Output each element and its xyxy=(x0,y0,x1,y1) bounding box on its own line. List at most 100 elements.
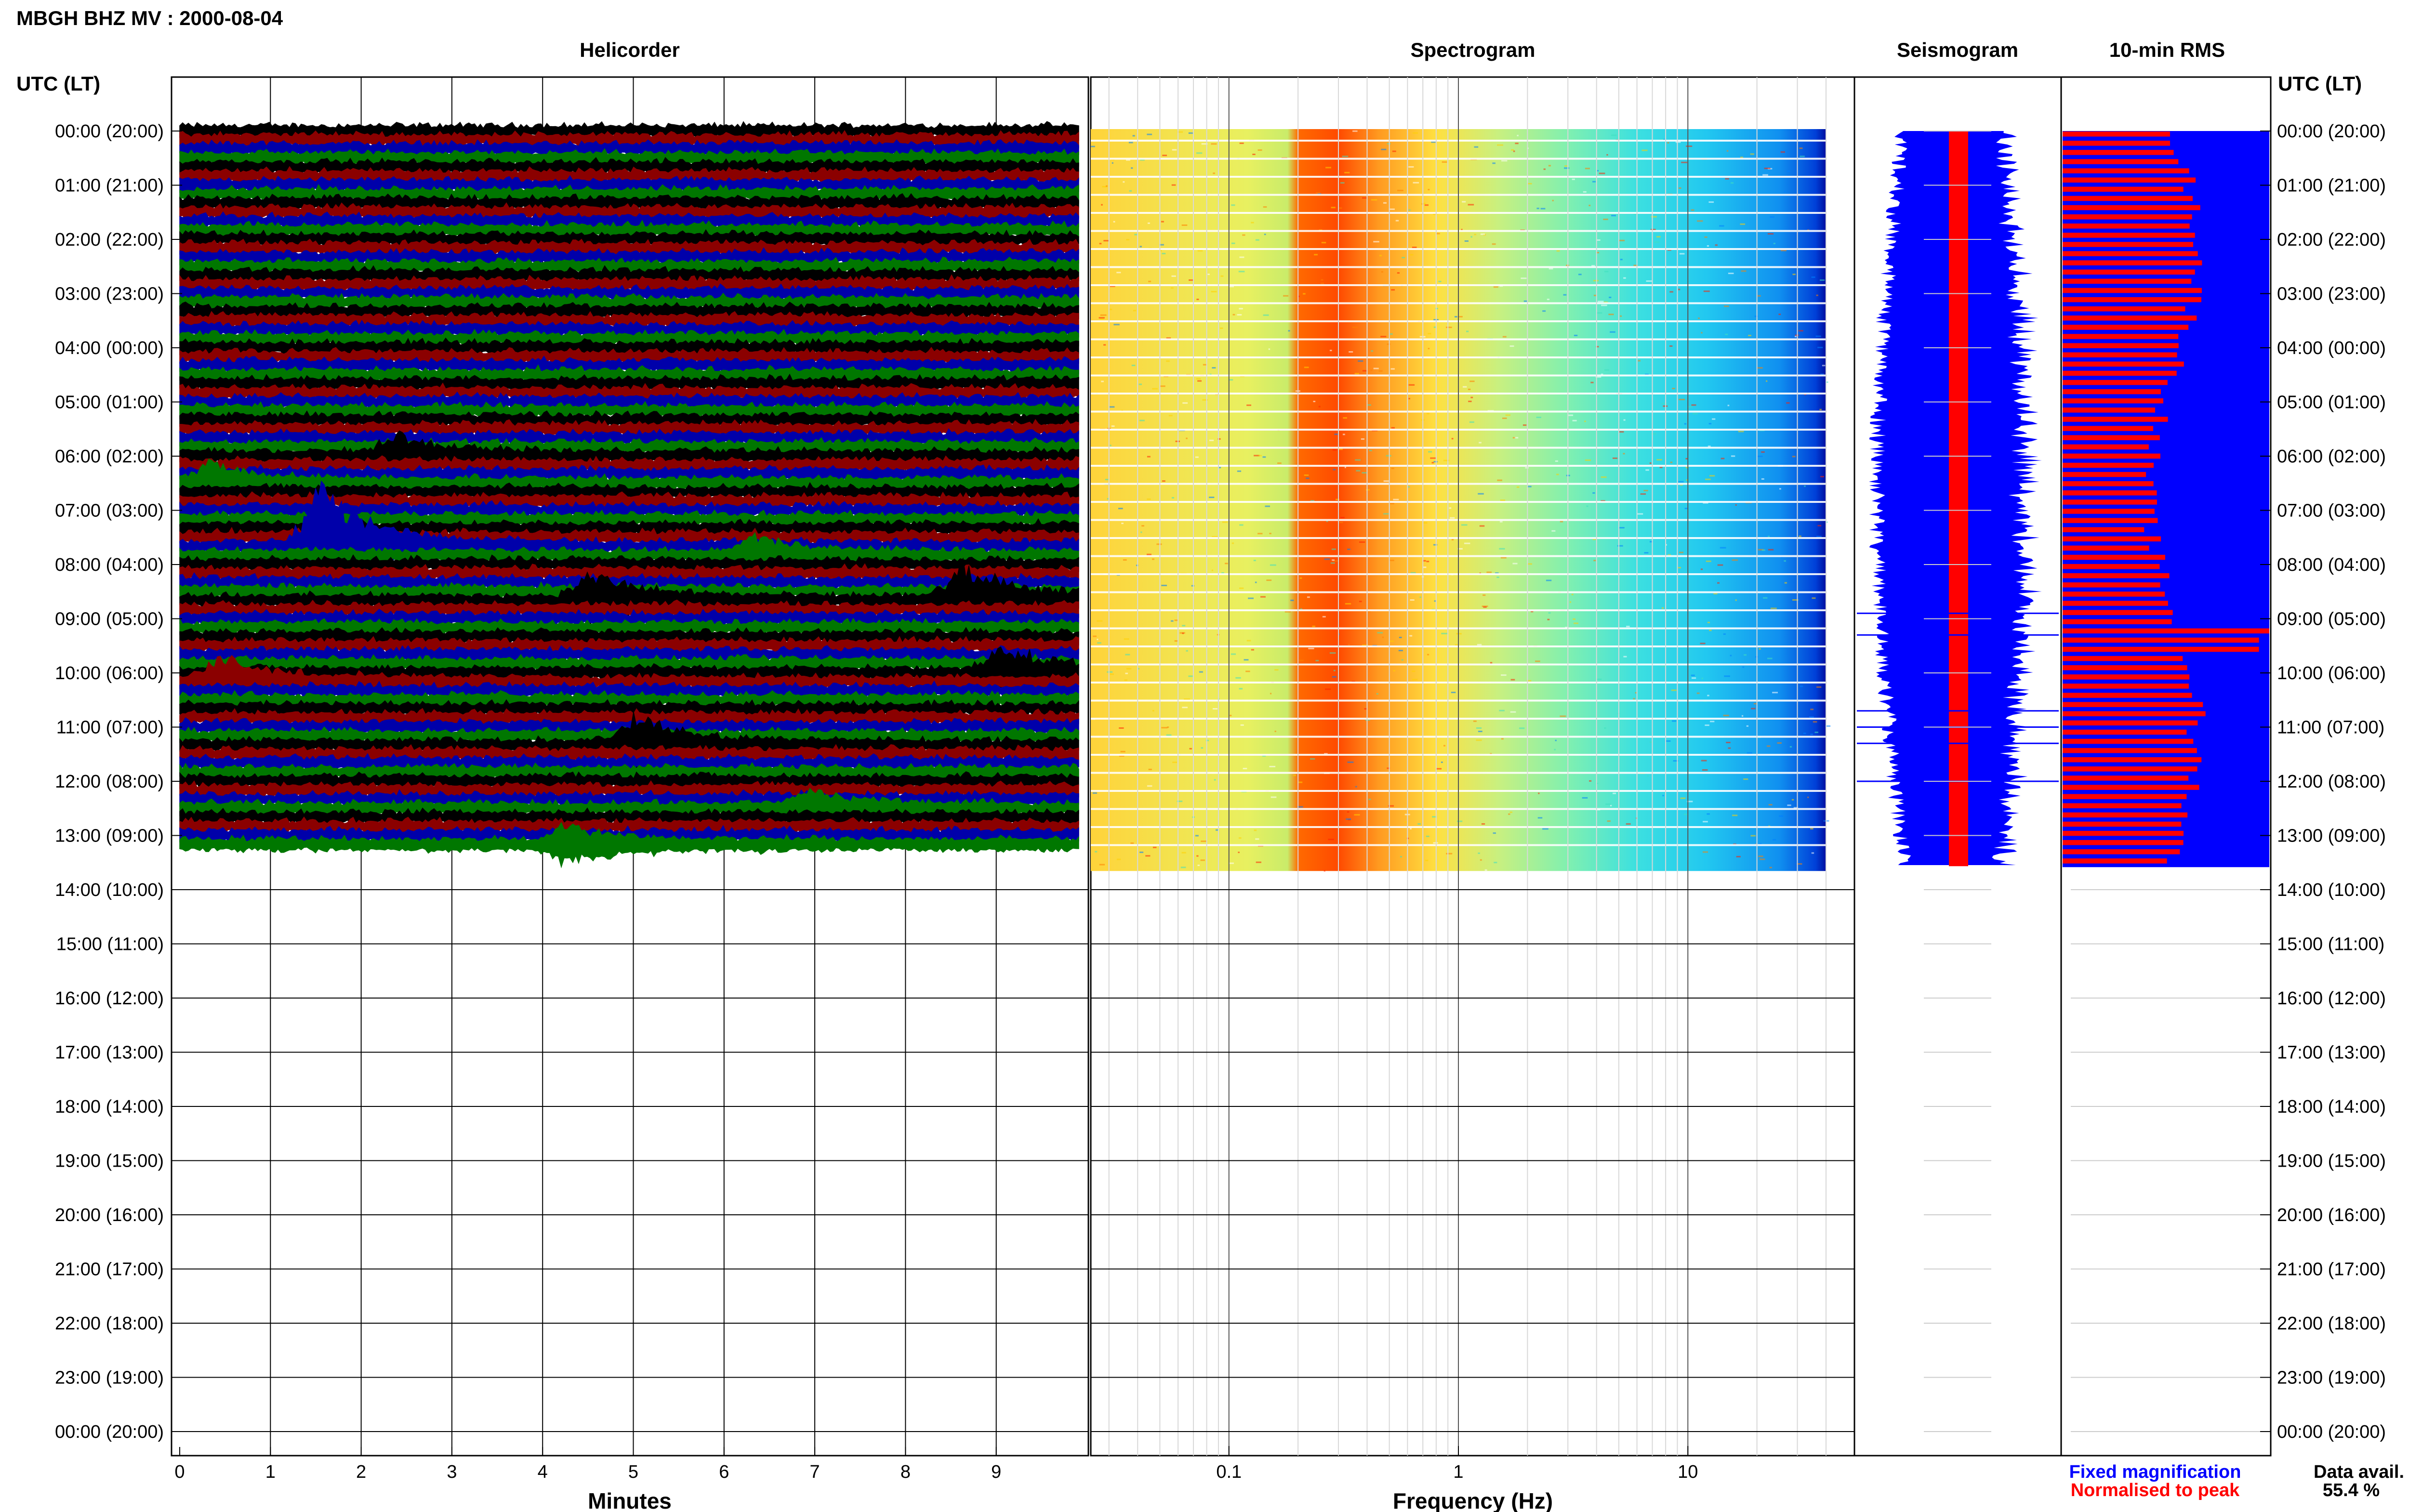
spectrogram-speckle xyxy=(1347,811,1350,813)
spectrogram-speckle xyxy=(1383,480,1389,482)
time-label-right: 07:00 (03:00) xyxy=(2277,501,2386,521)
spectrogram-speckle xyxy=(1238,837,1242,839)
spectrogram-speckle xyxy=(1511,149,1514,151)
spectrogram-speckle xyxy=(1593,280,1599,282)
rms-normalised-bar xyxy=(2063,316,2197,321)
spectrogram-speckle xyxy=(1148,280,1152,282)
spectrogram-speckle xyxy=(1727,405,1730,407)
spectrogram-speckle xyxy=(1767,657,1773,659)
spectrogram-speckle xyxy=(1314,254,1318,256)
spectrogram-speckle xyxy=(1145,855,1151,857)
spectrogram-speckle xyxy=(1359,541,1365,543)
spectrogram-speckle xyxy=(1608,314,1614,316)
time-label-right: 02:00 (22:00) xyxy=(2277,230,2386,250)
spectrogram-speckle xyxy=(1480,233,1485,235)
spectrogram-speckle xyxy=(1101,204,1103,206)
spectrogram-speckle xyxy=(1262,456,1266,458)
spectrogram-speckle xyxy=(1392,150,1396,152)
spectrogram-speckle xyxy=(1768,549,1774,551)
spectrogram-speckle xyxy=(1678,567,1681,569)
spectrogram-speckle xyxy=(1340,517,1345,519)
rms-normalised-bar xyxy=(2063,628,2269,634)
spectrogram-speckle xyxy=(1812,597,1816,599)
spectrogram-speckle xyxy=(1768,536,1770,538)
spectrogram-speckle xyxy=(1479,525,1485,527)
rms-normalised-bar xyxy=(2063,186,2184,192)
spectrogram-speckle xyxy=(1419,596,1421,598)
spectrogram-speckle xyxy=(1609,296,1612,298)
spectrogram-speckle xyxy=(1525,467,1529,469)
spectrogram-speckle xyxy=(1106,185,1108,187)
spectrogram-speckle xyxy=(1239,308,1243,310)
spectrogram-speckle xyxy=(1258,455,1262,457)
time-label-right: 12:00 (08:00) xyxy=(2277,772,2386,792)
spectrogram-speckle xyxy=(1166,734,1172,736)
spectrogram-speckle xyxy=(1172,149,1177,151)
spectrogram-speckle xyxy=(1599,172,1605,174)
spectrogram-speckle xyxy=(1391,427,1395,429)
spectrogram-speckle xyxy=(1543,168,1546,170)
spectrogram-speckle xyxy=(1501,738,1504,740)
spectrogram-speckle xyxy=(1612,457,1618,459)
spectrogram-speckle xyxy=(1744,654,1747,656)
spectrogram-speckle xyxy=(1536,208,1539,210)
spectrogram-speckle xyxy=(1371,199,1377,201)
spectrogram-speckle xyxy=(1795,336,1797,338)
spectrogram-speckle xyxy=(1438,280,1442,282)
spectrogram-speckle xyxy=(1399,636,1402,638)
spectrogram-speckle xyxy=(1492,243,1496,245)
spectrogram-speckle xyxy=(1288,330,1290,332)
spectrogram-speckle xyxy=(1097,638,1099,640)
spectrogram-speckle xyxy=(1333,469,1336,471)
spectrogram-speckle xyxy=(1537,817,1543,819)
spectrogram-speckle xyxy=(1770,607,1777,609)
spectrogram-speckle xyxy=(1201,747,1204,749)
spectrogram-speckle xyxy=(1701,677,1703,679)
spectrogram-speckle xyxy=(1640,493,1646,495)
spectrogram-speckle xyxy=(1428,451,1432,453)
spectrogram-speckle xyxy=(1798,330,1803,332)
spectrogram-speckle xyxy=(1449,507,1452,509)
spectrogram-speckle xyxy=(1119,727,1124,729)
spectrogram-speckle xyxy=(1152,558,1155,560)
spectrogram-speckle xyxy=(1395,220,1399,222)
spectrogram-speckle xyxy=(1588,205,1591,207)
spectrogram-speckle xyxy=(1619,431,1624,433)
spectrogram-speckle xyxy=(1182,402,1188,404)
spectrogram-speckle xyxy=(1547,618,1550,620)
spectrogram-speckle xyxy=(1325,688,1331,690)
spectrogram-speckle xyxy=(1124,638,1129,640)
spectrogram-speckle xyxy=(1708,423,1712,425)
spectrogram-speckle xyxy=(1340,182,1345,184)
spectrogram-speckle xyxy=(1479,442,1482,444)
spectrogram-x-tick-label: 0.1 xyxy=(1216,1462,1242,1482)
spectrogram-speckle xyxy=(1476,727,1482,729)
spectrogram-panel xyxy=(1090,76,1855,1457)
rms-normalised-bar xyxy=(2063,150,2174,155)
spectrogram-speckle xyxy=(1474,234,1477,236)
rms-panel xyxy=(2060,76,2272,1457)
spectrogram-speckle xyxy=(1401,659,1403,661)
spectrogram-speckle xyxy=(1255,239,1259,241)
spectrogram-speckle xyxy=(1655,241,1660,243)
rms-normalised-bar xyxy=(2063,812,2188,818)
spectrogram-speckle xyxy=(1147,498,1151,500)
spectrogram-speckle xyxy=(1780,151,1785,153)
spectrogram-speckle xyxy=(1101,381,1104,382)
spectrogram-speckle xyxy=(1764,168,1771,170)
spectrogram-speckle xyxy=(1331,207,1336,209)
spectrogram-speckle xyxy=(1352,130,1358,132)
spectrogram-speckle xyxy=(1637,513,1643,515)
time-label-left: 04:00 (00:00) xyxy=(55,338,164,358)
spectrogram-speckle xyxy=(1147,785,1152,787)
spectrogram-speckle xyxy=(1810,828,1813,830)
spectrogram-speckle xyxy=(1753,703,1757,705)
spectrogram-speckle xyxy=(1656,236,1661,238)
rms-normalised-bar xyxy=(2063,389,2161,394)
spectrogram-speckle xyxy=(1735,504,1737,506)
spectrogram-speckle xyxy=(1817,346,1823,348)
helicorder-panel xyxy=(171,76,1089,1457)
spectrogram-speckle xyxy=(1263,206,1267,208)
spectrogram-speckle xyxy=(1686,145,1693,147)
spectrogram-speckle xyxy=(1803,732,1806,734)
